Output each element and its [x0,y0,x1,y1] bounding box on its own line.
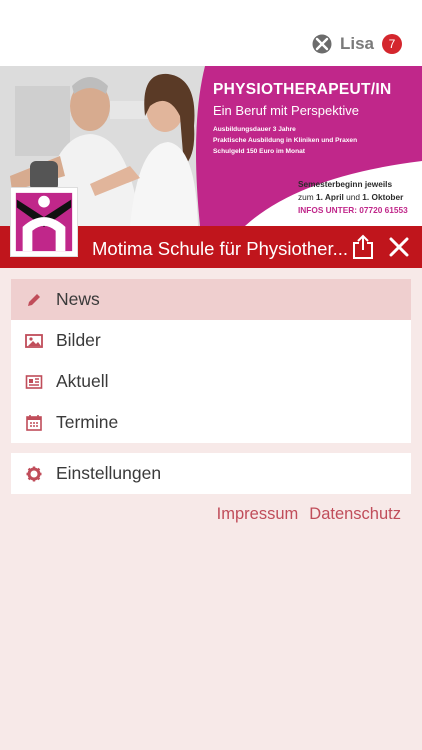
menu-item-einstellungen[interactable]: Einstellungen [11,453,411,494]
gear-icon [25,465,43,483]
close-icon[interactable] [388,236,410,258]
menu-item-label: Aktuell [56,371,109,391]
impressum-link[interactable]: Impressum [217,505,299,524]
menu-item-label: News [56,289,100,309]
footer-links: Impressum Datenschutz [217,505,401,524]
pencil-icon [25,291,43,309]
share-icon[interactable] [351,234,375,260]
banner-dates: zum 1. April und 1. Oktober [298,192,404,202]
settings-menu: Einstellungen [11,453,411,494]
user-name: Lisa [339,34,374,53]
menu-item-label: Einstellungen [56,463,162,483]
banner-detail: Ausbildungsdauer 3 Jahre [213,126,296,133]
banner-title: PHYSIOTHERAPEUT/IN [213,81,392,98]
datenschutz-link[interactable]: Datenschutz [309,505,401,524]
banner-info: INFOS UNTER: 07720 61553 [298,205,408,215]
page-title: Motima Schule für Physiother... [92,238,349,259]
menu-item-label: Bilder [56,330,101,350]
user-logo-icon [312,34,332,54]
menu-item-news[interactable]: News [11,279,411,320]
user-account[interactable]: Lisa 7 [312,32,402,56]
menu-item-bilder[interactable]: Bilder [11,320,411,361]
menu-item-termine[interactable]: Termine [11,402,411,443]
menu-item-aktuell[interactable]: Aktuell [11,361,411,402]
school-logo [10,187,78,257]
banner-semester: Semesterbeginn jeweils [298,179,393,189]
newspaper-icon [25,373,43,391]
notification-badge: 7 [382,34,402,54]
menu-item-label: Termine [56,412,119,432]
image-icon [25,332,43,350]
main-menu: News Bilder Aktuell Termine [11,279,411,443]
top-bar: Lisa 7 [0,0,422,66]
calendar-icon [25,414,43,432]
banner-detail: Praktische Ausbildung in Kliniken und Pr… [213,137,358,144]
banner-subtitle: Ein Beruf mit Perspektive [213,103,359,118]
banner-detail: Schulgeld 150 Euro im Monat [213,148,305,155]
